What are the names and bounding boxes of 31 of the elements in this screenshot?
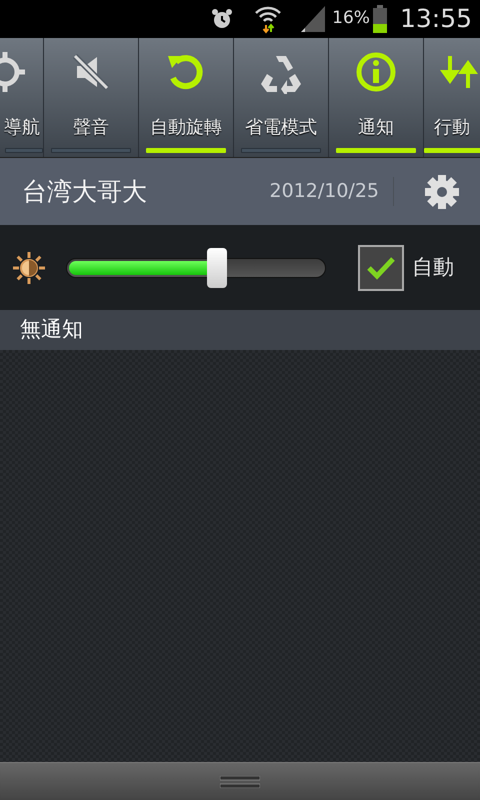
auto-checkbox[interactable] <box>358 244 404 290</box>
carrier-name: 台湾大哥大 <box>22 176 147 208</box>
toggle-label: 導航 <box>4 116 40 140</box>
no-notifications-text: 無通知 <box>20 316 83 344</box>
checkmark-icon <box>366 254 396 280</box>
drag-handle-bar[interactable] <box>0 762 480 800</box>
toggle-label: 省電模式 <box>245 116 317 140</box>
date-text: 2012/10/25 <box>269 177 394 206</box>
grip-icon <box>220 776 260 788</box>
signal-icon <box>300 5 326 33</box>
quick-toggle[interactable]: 行動 <box>424 38 480 157</box>
slider-thumb[interactable] <box>206 248 227 288</box>
quick-toggle[interactable]: 自動旋轉 <box>139 38 234 157</box>
battery-percent: 16% <box>332 7 370 30</box>
settings-icon[interactable] <box>424 174 460 210</box>
info-icon <box>354 50 398 94</box>
quick-toggle[interactable]: 導航 <box>0 38 44 157</box>
battery-icon <box>372 5 388 33</box>
wifi-icon <box>254 4 282 34</box>
brightness-icon <box>12 250 46 284</box>
alarm-clock-icon <box>210 7 234 31</box>
toggle-label: 自動旋轉 <box>150 116 222 140</box>
clock-time: 13:55 <box>400 3 472 36</box>
auto-label: 自動 <box>412 254 454 281</box>
brightness-slider[interactable] <box>66 248 326 288</box>
toggle-label: 通知 <box>358 116 394 140</box>
quick-toggle[interactable]: 聲音 <box>44 38 139 157</box>
toggle-label: 行動 <box>434 116 470 140</box>
toggle-label: 聲音 <box>73 116 109 140</box>
quick-toggle[interactable]: 通知 <box>329 38 424 157</box>
quick-toggle[interactable]: 省電模式 <box>234 38 329 157</box>
